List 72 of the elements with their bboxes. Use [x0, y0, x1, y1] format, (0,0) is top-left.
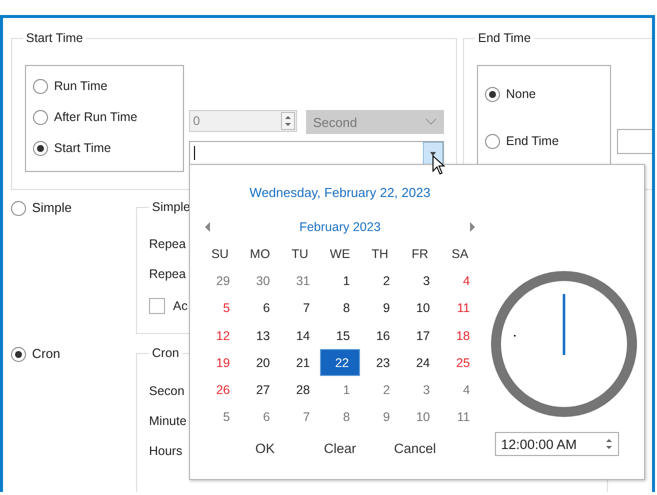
- radio-button[interactable]: Run Time: [33, 78, 108, 94]
- radio-button[interactable]: End Time: [485, 133, 559, 149]
- calendar-day[interactable]: 23: [360, 349, 400, 376]
- radio-button[interactable]: After Run Time: [33, 109, 138, 125]
- calendar-day[interactable]: 4: [440, 376, 480, 404]
- text-caret: [194, 146, 195, 160]
- calendar-day[interactable]: 14: [280, 322, 320, 350]
- calendar-day[interactable]: 7: [280, 404, 320, 432]
- previous-month-icon[interactable]: [205, 222, 211, 232]
- month-title[interactable]: February 2023: [299, 220, 381, 234]
- field-label: Repea: [149, 266, 186, 282]
- calendar-day[interactable]: 25: [440, 349, 480, 376]
- calendar-day[interactable]: 12: [200, 322, 240, 350]
- calendar-day[interactable]: 1: [320, 267, 360, 295]
- popup-button[interactable]: Cancel: [382, 437, 448, 460]
- calendar-day[interactable]: 29: [200, 267, 240, 295]
- weekday-header: WE: [328, 246, 352, 263]
- calendar-day[interactable]: 26: [200, 376, 240, 404]
- calendar-day[interactable]: 13: [240, 322, 280, 350]
- calendar-day[interactable]: 8: [320, 404, 360, 432]
- calendar-day[interactable]: 7: [280, 294, 320, 322]
- calendar-day[interactable]: 16: [360, 322, 400, 350]
- next-month-icon[interactable]: [469, 222, 475, 232]
- calendar-day[interactable]: 21: [280, 349, 320, 376]
- calendar-day[interactable]: 28: [280, 376, 320, 404]
- radio-button[interactable]: Cron: [11, 346, 60, 362]
- chevron-icon: [425, 118, 437, 126]
- calendar-day[interactable]: 22: [320, 349, 360, 376]
- calendar-day[interactable]: 9: [360, 404, 400, 432]
- selected-date-link[interactable]: Wednesday, February 22, 2023: [250, 185, 430, 200]
- calendar-day[interactable]: 11: [440, 294, 480, 322]
- time-field[interactable]: 12:00:00 AM: [495, 432, 619, 456]
- calendar-day[interactable]: 10: [400, 294, 440, 322]
- dropdown-button[interactable]: [423, 142, 443, 164]
- calendar-day[interactable]: 8: [320, 294, 360, 322]
- calendar-day[interactable]: 11: [440, 404, 480, 432]
- calendar-day[interactable]: 5: [200, 294, 240, 322]
- calendar-day[interactable]: 4: [440, 267, 480, 295]
- weekday-header: FR: [410, 246, 430, 263]
- weekday-header: SA: [450, 246, 470, 263]
- calendar-day[interactable]: 31: [280, 267, 320, 295]
- weekday-header: TU: [290, 246, 310, 263]
- spinner-icon[interactable]: [605, 437, 613, 451]
- calendar-day[interactable]: 20: [240, 349, 280, 376]
- radio-button[interactable]: None: [485, 86, 536, 102]
- calendar-day[interactable]: 10: [400, 404, 440, 432]
- calendar-day[interactable]: 2: [360, 267, 400, 295]
- radio-button[interactable]: Start Time: [33, 140, 111, 156]
- calendar-day[interactable]: 30: [240, 267, 280, 295]
- calendar-day[interactable]: 24: [400, 349, 440, 376]
- field-label: Repea: [149, 236, 186, 252]
- popup-button[interactable]: OK: [232, 437, 298, 460]
- calendar-day[interactable]: 18: [440, 322, 480, 350]
- calendar-day[interactable]: 3: [400, 376, 440, 404]
- weekday-header: MO: [248, 246, 272, 263]
- weekday-header: TH: [370, 246, 390, 263]
- calendar-day[interactable]: 27: [240, 376, 280, 404]
- radio-button[interactable]: Simple: [11, 200, 72, 216]
- clock-icon: [489, 269, 639, 419]
- popup-button[interactable]: Clear: [308, 437, 372, 460]
- weekday-header: SU: [210, 246, 230, 263]
- calendar-day[interactable]: 3: [400, 267, 440, 295]
- checkbox[interactable]: Ac: [149, 298, 188, 314]
- calendar-day[interactable]: 19: [200, 349, 240, 376]
- calendar-day[interactable]: 6: [240, 404, 280, 432]
- calendar-day[interactable]: 15: [320, 322, 360, 350]
- calendar-day[interactable]: 6: [240, 294, 280, 322]
- calendar-day[interactable]: 17: [400, 322, 440, 350]
- calendar-day[interactable]: 1: [320, 376, 360, 404]
- calendar-day[interactable]: 5: [200, 404, 240, 432]
- calendar-day[interactable]: 9: [360, 294, 400, 322]
- calendar-day[interactable]: 2: [360, 376, 400, 404]
